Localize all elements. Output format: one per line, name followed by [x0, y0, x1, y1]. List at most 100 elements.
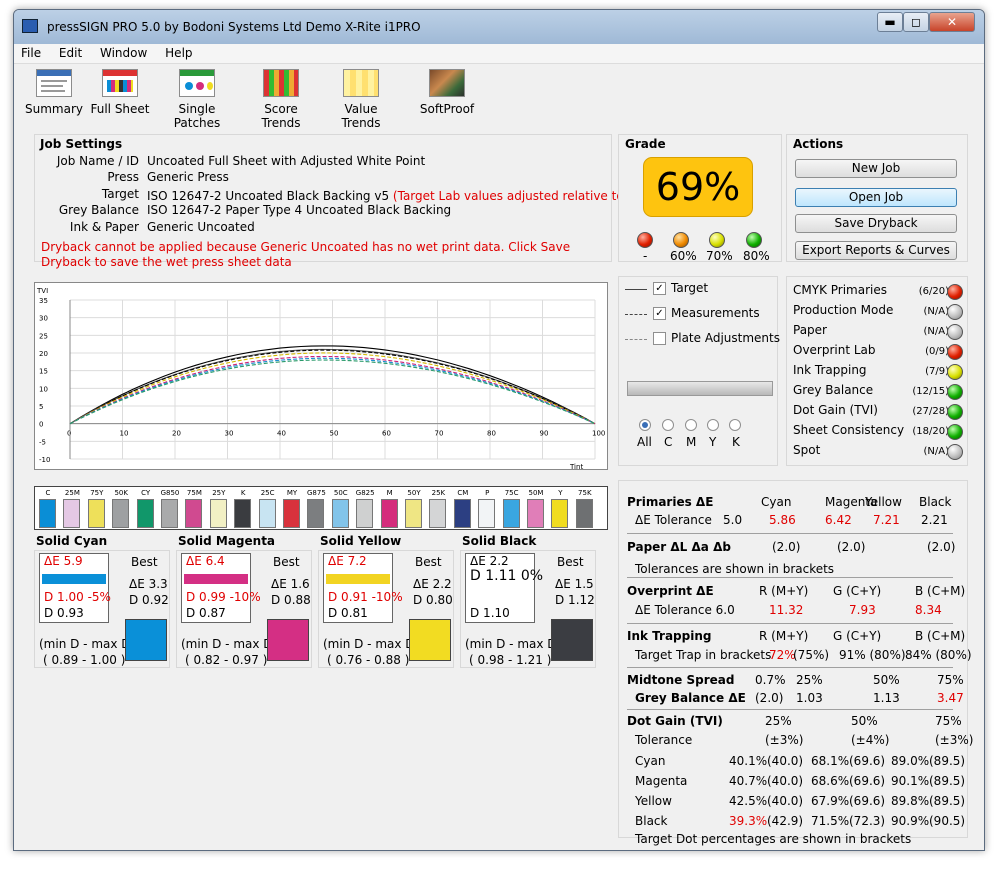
toolbar-score-trends-label: Score Trends [261, 102, 301, 130]
ink-paper-label: Ink & Paper [69, 220, 139, 234]
toolbar-summary-label: Summary [25, 102, 83, 116]
radio-y[interactable] [707, 419, 719, 431]
density-value: D 0.91 -10% [328, 590, 403, 604]
menu-file[interactable]: File [14, 44, 48, 60]
menu-window[interactable]: Window [93, 44, 154, 60]
strip-patch [112, 499, 130, 528]
menu-edit[interactable]: Edit [52, 44, 89, 60]
toolbar-summary[interactable]: Summary [24, 69, 84, 116]
dotgain-target: (89.5) [929, 794, 966, 808]
primaries-value: 2.21 [921, 513, 948, 527]
x-tick-label: 40 [277, 430, 286, 438]
density-value: D 1.00 -5% [44, 590, 111, 604]
delta-e-value: ΔE 6.4 [186, 554, 225, 568]
x-tick-label: 50 [330, 430, 339, 438]
dotgain-tolerance-label: Tolerance [635, 733, 693, 747]
strip-patch-label: 50K [114, 489, 128, 497]
dotgain-value: 89.8% [891, 794, 930, 808]
primaries-title: Primaries ΔE [627, 495, 714, 509]
strip-patch-label: 50M [528, 489, 544, 497]
grey-balance-value: 1.03 [796, 691, 823, 705]
strip-patch-label: 50C [333, 489, 348, 497]
export-reports-button[interactable]: Export Reports & Curves [795, 241, 957, 260]
y-axis-title: TVI [36, 287, 48, 295]
toolbar-full-sheet[interactable]: Full Sheet [88, 69, 152, 116]
overprint-row-label: ΔE Tolerance 6.0 [635, 603, 735, 617]
dotgain-col: 75% [935, 714, 962, 728]
y-tick-label: -5 [39, 438, 46, 446]
score-trends-icon [263, 69, 299, 97]
dotgain-col: 25% [765, 714, 792, 728]
menu-bar: File Edit Window Help [14, 44, 984, 64]
dotgain-row-label: Yellow [635, 794, 672, 808]
status-label: CMYK Primaries [793, 283, 887, 297]
strip-patch-label: CM [457, 489, 469, 497]
status-light-icon [947, 444, 963, 460]
toolbar-softproof[interactable]: SoftProof [414, 69, 480, 116]
dotgain-target: (90.5) [929, 814, 966, 828]
trapping-g-value: 91% (80%) [839, 648, 906, 662]
dotgain-value: 40.7% [729, 774, 768, 788]
density-range-label: (min D - max D) [181, 637, 278, 651]
strip-patch [502, 499, 520, 528]
best-label: Best [557, 555, 584, 569]
toolbar: Summary Full Sheet Single Patches Score … [14, 65, 984, 130]
density-range: ( 0.76 - 0.88 ) [327, 653, 410, 667]
radio-m-label: M [686, 435, 697, 449]
primaries-tolerance: 5.0 [723, 513, 743, 527]
tvi-chart-svg: TVITint35302520151050-5-100 10 20 30 40 50 60 7… [36, 287, 605, 471]
solid-title: Solid Cyan [36, 534, 108, 548]
progress-bar [627, 381, 773, 396]
trapping-col: R (M+Y) [759, 629, 809, 643]
y-tick-label: 15 [39, 368, 48, 376]
radio-all[interactable] [639, 419, 651, 431]
minimize-button[interactable]: ▬ [877, 12, 903, 32]
overprint-col: B (C+M) [915, 584, 966, 598]
strip-patch [209, 499, 227, 528]
dotgain-target: (69.6) [849, 754, 886, 768]
radio-m[interactable] [685, 419, 697, 431]
density-range: ( 0.82 - 0.97 ) [185, 653, 268, 667]
target-checkbox[interactable]: ✓ [653, 282, 666, 295]
density-range: ( 0.89 - 1.00 ) [43, 653, 126, 667]
dotgain-value: 89.0% [891, 754, 930, 768]
radio-c[interactable] [662, 419, 674, 431]
app-window: pressSIGN PRO 5.0 by Bodoni Systems Ltd … [13, 9, 985, 851]
primaries-col: Black [919, 495, 952, 509]
grey-balance-value: 1.13 [873, 691, 900, 705]
strip-patch [429, 499, 447, 528]
radio-k[interactable] [729, 419, 741, 431]
overprint-col: R (M+Y) [759, 584, 809, 598]
x-tick-label: 20 [172, 430, 181, 438]
paper-tolerance: (2.0) [837, 540, 866, 554]
strip-patch-label: 75K [578, 489, 592, 497]
close-button[interactable]: ✕ [929, 12, 975, 32]
strip-patch-label: 25C [260, 489, 275, 497]
strip-patch-label: 75C [504, 489, 519, 497]
status-light-icon [947, 364, 963, 380]
measurements-checkbox[interactable]: ✓ [653, 307, 666, 320]
target-line-sample [625, 289, 647, 290]
toolbar-value-trends-label: Value Trends [341, 102, 381, 130]
density-bar [184, 574, 248, 584]
solid-panel: ΔE 2.2 D 1.11 0% D 1.10 Best ΔE 1.5 D 1.12 (mi… [460, 550, 596, 668]
new-job-button[interactable]: New Job [795, 159, 957, 178]
dotgain-target: (89.5) [929, 754, 966, 768]
strip-patch-label: M [386, 489, 393, 497]
menu-help[interactable]: Help [158, 44, 199, 60]
toolbar-score-trends[interactable]: Score Trends [244, 69, 318, 130]
dotgain-row-label: Black [635, 814, 668, 828]
toolbar-value-trends[interactable]: Value Trends [324, 69, 398, 130]
solid-swatch [551, 619, 593, 661]
restore-button[interactable]: ◻ [903, 12, 929, 32]
toolbar-single-patches[interactable]: Single Patches [154, 69, 240, 130]
open-job-button[interactable]: Open Job [795, 188, 957, 207]
measurements-legend-label: Measurements [671, 306, 760, 320]
strip-patch-label: G875 [306, 489, 326, 497]
grade-yellow-light [709, 232, 725, 248]
save-dryback-button[interactable]: Save Dryback [795, 214, 957, 233]
plate-adjustments-checkbox[interactable] [653, 332, 666, 345]
strip-patch [380, 499, 398, 528]
status-light-icon [947, 404, 963, 420]
primaries-value: 6.42 [825, 513, 852, 527]
